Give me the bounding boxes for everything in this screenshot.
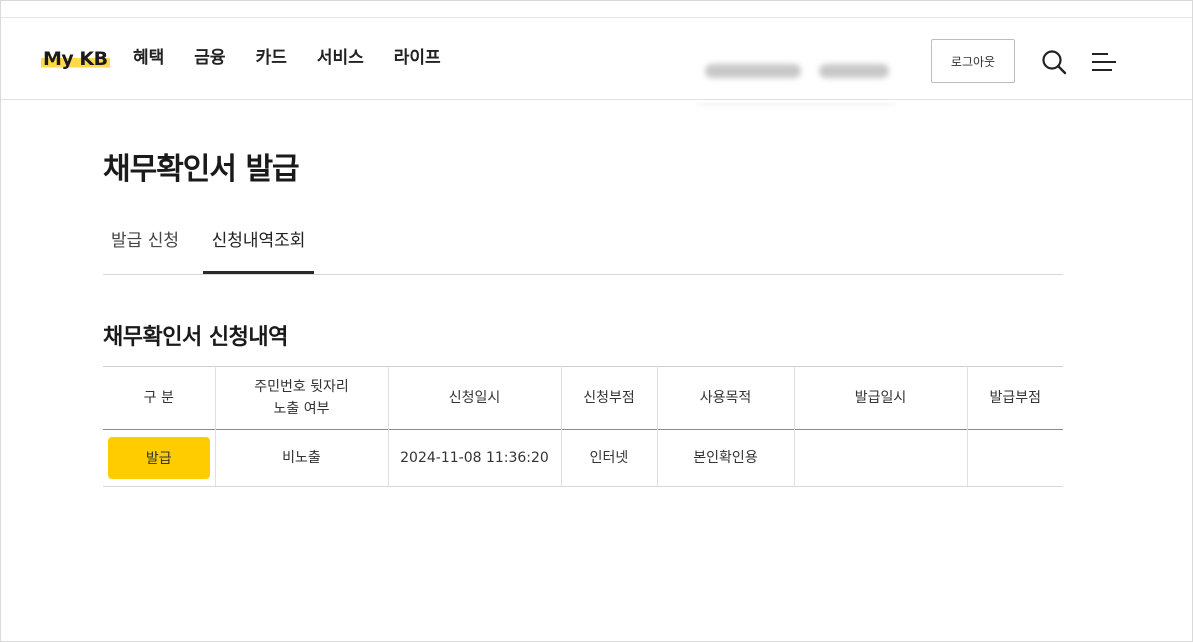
cell-issued-at — [793, 429, 967, 487]
cell-issue-branch — [966, 429, 1063, 487]
issue-button[interactable]: 발급 — [107, 437, 210, 479]
tab-apply[interactable]: 발급 신청 — [103, 223, 187, 274]
cell-purpose: 본인확인용 — [656, 429, 794, 487]
site-header: My KB 혜택 금융 카드 서비스 라이프 로그아웃 — [1, 19, 1192, 100]
blurred-user-name — [705, 64, 801, 78]
nav-item-service[interactable]: 서비스 — [317, 46, 364, 70]
cell-requested-at: 2024-11-08 11:36:20 — [387, 429, 561, 487]
section-title: 채무확인서 신청내역 — [103, 325, 288, 350]
nav-item-card[interactable]: 카드 — [256, 46, 287, 70]
hamburger-menu-icon[interactable] — [1091, 51, 1117, 73]
tab-bar: 발급 신청 신청내역조회 — [103, 223, 1063, 275]
page-title: 채무확인서 발급 — [103, 152, 300, 187]
col-header-issued-at: 발급일시 — [793, 366, 967, 430]
top-strip — [1, 1, 1192, 18]
col-header-type: 구 분 — [143, 390, 174, 406]
main-nav: 혜택 금융 카드 서비스 라이프 — [133, 46, 471, 70]
blurred-user-grade — [819, 64, 889, 78]
col-header-purpose: 사용목적 — [656, 366, 794, 430]
col-header-branch: 신청부점 — [560, 366, 657, 430]
nav-item-benefits[interactable]: 혜택 — [133, 46, 164, 70]
table-row: 발급 비노출 2024-11-08 11:36:20 인터넷 본인확인용 — [103, 429, 1063, 487]
tab-history[interactable]: 신청내역조회 — [203, 223, 314, 274]
cell-branch: 인터넷 — [560, 429, 657, 487]
col-header-requested-at: 신청일시 — [387, 366, 561, 430]
cell-rrn-exposure: 비노출 — [214, 429, 388, 487]
blurred-user-info — [691, 39, 901, 103]
table-header-row: 구 분 주민번호 뒷자리 노출 여부 신청일시 신청부점 사용목적 발급일시 발… — [103, 366, 1063, 430]
logout-button[interactable]: 로그아웃 — [931, 39, 1015, 83]
nav-item-life[interactable]: 라이프 — [394, 46, 441, 70]
nav-item-finance[interactable]: 금융 — [194, 46, 225, 70]
logo-mykb[interactable]: My KB — [41, 47, 110, 71]
history-table: 구 분 주민번호 뒷자리 노출 여부 신청일시 신청부점 사용목적 발급일시 발… — [103, 366, 1063, 487]
cell-action: 발급 — [103, 430, 215, 487]
browser-frame: My KB 혜택 금융 카드 서비스 라이프 로그아웃 채무확인서 발급 발급 … — [0, 0, 1193, 642]
col-header-issue-branch: 발급부점 — [966, 366, 1063, 430]
col-header-rrn-exposure: 주민번호 뒷자리 노출 여부 — [214, 366, 388, 430]
search-icon[interactable] — [1041, 49, 1067, 75]
